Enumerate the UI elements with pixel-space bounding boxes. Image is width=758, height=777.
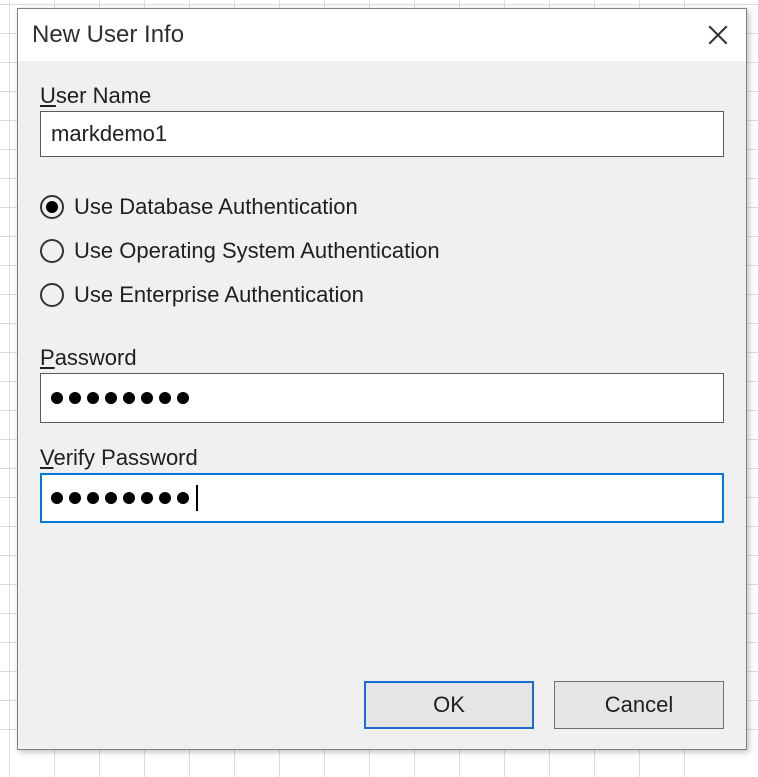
button-row: OK Cancel <box>40 661 724 729</box>
verify-password-label: Verify Password <box>40 445 724 471</box>
radio-icon <box>40 239 64 263</box>
auth-radio-group: Use Database Authentication Use Operatin… <box>40 185 724 317</box>
close-icon <box>708 25 728 45</box>
label-accel: V <box>40 445 53 470</box>
radio-dot-icon <box>46 201 58 213</box>
password-input[interactable] <box>40 373 724 423</box>
radio-label: Use Enterprise Authentication <box>74 282 364 308</box>
radio-os-auth[interactable]: Use Operating System Authentication <box>40 229 724 273</box>
ok-button[interactable]: OK <box>364 681 534 729</box>
label-text: ser Name <box>56 83 151 108</box>
label-text: erify Password <box>53 445 197 470</box>
password-label: Password <box>40 345 724 371</box>
new-user-info-dialog: New User Info User Name Use Database Aut… <box>17 8 747 750</box>
user-name-input[interactable] <box>40 111 724 157</box>
label-accel: U <box>40 83 56 108</box>
user-name-label: User Name <box>40 83 724 109</box>
text-caret-icon <box>196 485 198 511</box>
radio-label: Use Database Authentication <box>74 194 358 220</box>
radio-icon <box>40 195 64 219</box>
verify-password-input[interactable] <box>40 473 724 523</box>
cancel-button[interactable]: Cancel <box>554 681 724 729</box>
radio-label: Use Operating System Authentication <box>74 238 440 264</box>
dialog-title: New User Info <box>32 21 184 49</box>
label-text: assword <box>55 345 137 370</box>
radio-database-auth[interactable]: Use Database Authentication <box>40 185 724 229</box>
password-block: Password <box>40 345 724 423</box>
titlebar: New User Info <box>18 9 746 61</box>
label-accel: P <box>40 345 55 370</box>
radio-enterprise-auth[interactable]: Use Enterprise Authentication <box>40 273 724 317</box>
dialog-content: User Name Use Database Authentication Us… <box>18 61 746 749</box>
verify-password-block: Verify Password <box>40 445 724 523</box>
radio-icon <box>40 283 64 307</box>
close-button[interactable] <box>696 13 740 57</box>
